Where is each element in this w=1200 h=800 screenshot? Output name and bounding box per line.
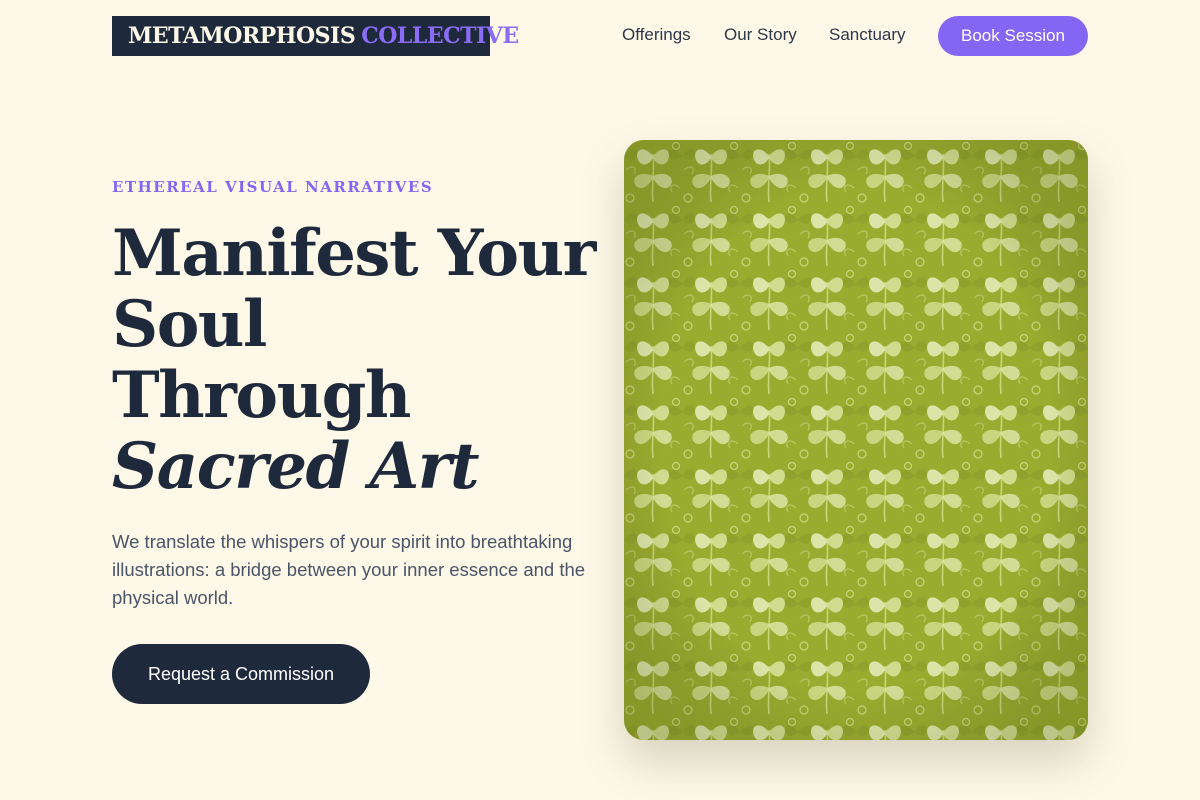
nav-link-sanctuary[interactable]: Sanctuary [829,25,906,45]
headline-line-4-italic: Sacred Art [112,429,480,504]
book-session-button[interactable]: Book Session [938,16,1088,56]
leaf-pattern-image [624,140,1088,740]
brand-logo[interactable]: METAMORPHOSIS COLLECTIVE [112,16,519,56]
logo-word-accent: COLLECTIVE [361,23,519,49]
site-header: METAMORPHOSIS COLLECTIVE Offerings Our S… [0,0,1200,72]
headline-line-1: Manifest Your [112,216,596,291]
nav-link-our-story[interactable]: Our Story [724,25,797,45]
hero-description: We translate the whispers of your spirit… [112,531,586,608]
nav-link-offerings[interactable]: Offerings [622,25,691,45]
hero-headline: Manifest Your Soul Through Sacred Art [112,216,596,504]
hero-artwork-leaf-pattern [624,140,1088,740]
headline-line-3: Through [112,358,411,433]
logo-word-primary: METAMORPHOSIS [128,23,356,49]
request-commission-button[interactable]: Request a Commission [112,644,370,704]
headline-line-2: Soul [112,287,267,362]
hero-eyebrow: ETHEREAL VISUAL NARRATIVES [112,178,434,196]
